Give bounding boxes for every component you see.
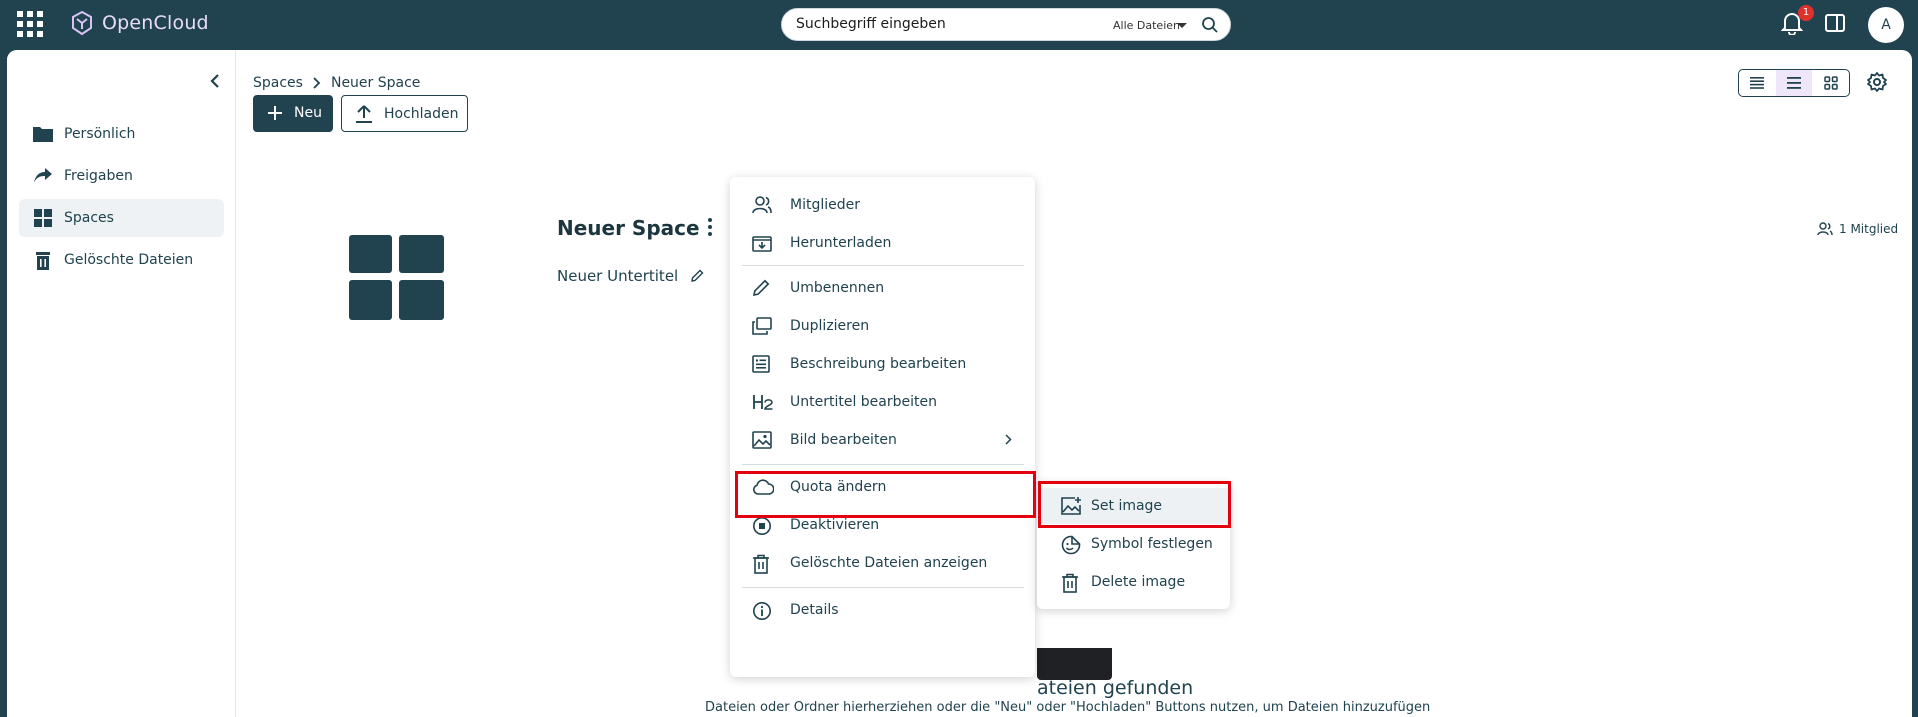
upload-icon bbox=[354, 104, 374, 124]
submenu-item-set-symbol[interactable]: Symbol festlegen bbox=[1037, 526, 1230, 562]
tiles-view-icon[interactable] bbox=[1812, 70, 1849, 96]
description-icon bbox=[752, 355, 770, 373]
space-subtitle: Neuer Untertitel bbox=[557, 267, 679, 285]
collapse-sidebar-icon[interactable] bbox=[209, 74, 221, 88]
search-scope-select[interactable]: Alle Dateien bbox=[1113, 19, 1180, 32]
left-navigation: Persönlich Freigaben Spaces Gelöschte Da… bbox=[7, 50, 236, 717]
condensed-view-icon[interactable] bbox=[1739, 70, 1776, 96]
menu-item-label: Gelöschte Dateien anzeigen bbox=[790, 555, 988, 571]
menu-item-label: Duplizieren bbox=[790, 318, 870, 334]
upload-button[interactable]: Hochladen bbox=[341, 95, 468, 132]
view-mode-switch bbox=[1738, 69, 1850, 97]
menu-divider bbox=[742, 265, 1024, 266]
empty-state-illustration bbox=[1037, 648, 1112, 680]
menu-item-label: Beschreibung bearbeiten bbox=[790, 356, 967, 372]
chevron-right-icon bbox=[1005, 434, 1012, 445]
menu-item-members[interactable]: Mitglieder bbox=[730, 187, 1035, 223]
upload-button-label: Hochladen bbox=[384, 106, 459, 122]
opencloud-logo-icon bbox=[72, 10, 92, 36]
list-view-icon[interactable] bbox=[1775, 70, 1813, 96]
app-switcher-icon[interactable] bbox=[17, 11, 43, 37]
space-image-placeholder bbox=[349, 235, 444, 320]
sidebar-item-label: Freigaben bbox=[64, 168, 133, 184]
menu-divider bbox=[742, 464, 1024, 465]
menu-item-label: Untertitel bearbeiten bbox=[790, 394, 937, 410]
submenu-item-label: Symbol festlegen bbox=[1091, 536, 1213, 552]
menu-item-label: Bild bearbeiten bbox=[790, 432, 897, 448]
folder-icon bbox=[33, 125, 53, 143]
trash-icon bbox=[752, 554, 770, 574]
menu-item-label: Deaktivieren bbox=[790, 517, 880, 533]
share-arrow-icon bbox=[33, 167, 53, 185]
menu-item-edit-description[interactable]: Beschreibung bearbeiten bbox=[730, 346, 1035, 382]
menu-item-download[interactable]: Herunterladen bbox=[730, 225, 1035, 261]
menu-item-details[interactable]: Details bbox=[730, 592, 1035, 628]
info-icon bbox=[752, 601, 772, 621]
sidebar-toggle-icon[interactable] bbox=[1824, 12, 1846, 34]
menu-item-label: Umbenennen bbox=[790, 280, 885, 296]
members-icon bbox=[752, 196, 772, 214]
new-button[interactable]: Neu bbox=[253, 95, 333, 132]
menu-item-show-deleted-files[interactable]: Gelöschte Dateien anzeigen bbox=[730, 545, 1035, 581]
sidebar-item-label: Persönlich bbox=[64, 126, 136, 142]
image-icon bbox=[752, 431, 772, 449]
search-icon[interactable] bbox=[1201, 16, 1219, 34]
chevron-right-icon bbox=[313, 77, 321, 89]
menu-item-rename[interactable]: Umbenennen bbox=[730, 270, 1035, 306]
breadcrumb: Spaces Neuer Space bbox=[253, 75, 420, 91]
sidebar-item-deleted-files[interactable]: Gelöschte Dateien bbox=[19, 241, 224, 279]
new-button-label: Neu bbox=[294, 105, 322, 121]
duplicate-icon bbox=[752, 317, 772, 335]
menu-item-label: Herunterladen bbox=[790, 235, 892, 251]
highlight-box-edit-image bbox=[735, 471, 1036, 518]
breadcrumb-spaces[interactable]: Spaces bbox=[253, 75, 303, 91]
sidebar-item-personal[interactable]: Persönlich bbox=[19, 115, 224, 153]
submenu-item-delete-image[interactable]: Delete image bbox=[1037, 564, 1230, 600]
settings-gear-icon[interactable] bbox=[1867, 72, 1887, 92]
trash-icon bbox=[1061, 573, 1079, 593]
space-members[interactable]: 1 Mitglied bbox=[1817, 222, 1898, 236]
chevron-down-icon[interactable] bbox=[1177, 23, 1187, 28]
edit-pencil-icon[interactable] bbox=[690, 269, 704, 283]
app-logo[interactable]: OpenCloud bbox=[70, 10, 209, 36]
empty-state-description: Dateien oder Ordner hierherziehen oder d… bbox=[705, 700, 1431, 715]
breadcrumb-current: Neuer Space bbox=[330, 75, 421, 91]
emoji-sticker-icon bbox=[1061, 535, 1081, 555]
menu-divider bbox=[742, 587, 1024, 588]
pencil-icon bbox=[752, 279, 770, 297]
heading-h2-icon bbox=[752, 393, 774, 411]
submenu-item-label: Delete image bbox=[1091, 574, 1186, 590]
app-name: OpenCloud bbox=[102, 12, 209, 34]
sidebar-item-label: Gelöschte Dateien bbox=[64, 252, 194, 268]
user-avatar[interactable]: A bbox=[1868, 7, 1904, 43]
space-title: Neuer Space bbox=[557, 216, 700, 240]
grid-icon bbox=[33, 209, 53, 227]
top-bar: OpenCloud Suchbegriff eingeben Alle Date… bbox=[0, 0, 1918, 48]
notification-count-badge: 1 bbox=[1798, 5, 1814, 21]
kebab-menu-icon[interactable] bbox=[707, 217, 713, 237]
members-icon bbox=[1817, 222, 1833, 236]
menu-item-label: Mitglieder bbox=[790, 197, 860, 213]
sidebar-item-label: Spaces bbox=[64, 210, 114, 226]
sidebar-item-spaces[interactable]: Spaces bbox=[19, 199, 224, 237]
menu-item-duplicate[interactable]: Duplizieren bbox=[730, 308, 1035, 344]
menu-item-edit-image[interactable]: Bild bearbeiten bbox=[730, 422, 1035, 458]
stop-circle-icon bbox=[752, 516, 772, 536]
trash-icon bbox=[33, 251, 53, 271]
space-context-menu: Mitglieder Herunterladen Umbenennen Dupl… bbox=[730, 177, 1035, 677]
members-count: 1 Mitglied bbox=[1839, 222, 1899, 236]
download-icon bbox=[752, 234, 772, 252]
menu-item-edit-subtitle[interactable]: Untertitel bearbeiten bbox=[730, 384, 1035, 420]
search-input[interactable]: Suchbegriff eingeben bbox=[796, 16, 946, 32]
sidebar-item-shares[interactable]: Freigaben bbox=[19, 157, 224, 195]
highlight-box-set-image bbox=[1038, 481, 1231, 528]
search-bar[interactable]: Suchbegriff eingeben Alle Dateien bbox=[781, 8, 1231, 41]
plus-icon bbox=[267, 105, 283, 121]
menu-item-label: Details bbox=[790, 602, 839, 618]
empty-state-title: ateien gefunden bbox=[1037, 677, 1194, 699]
